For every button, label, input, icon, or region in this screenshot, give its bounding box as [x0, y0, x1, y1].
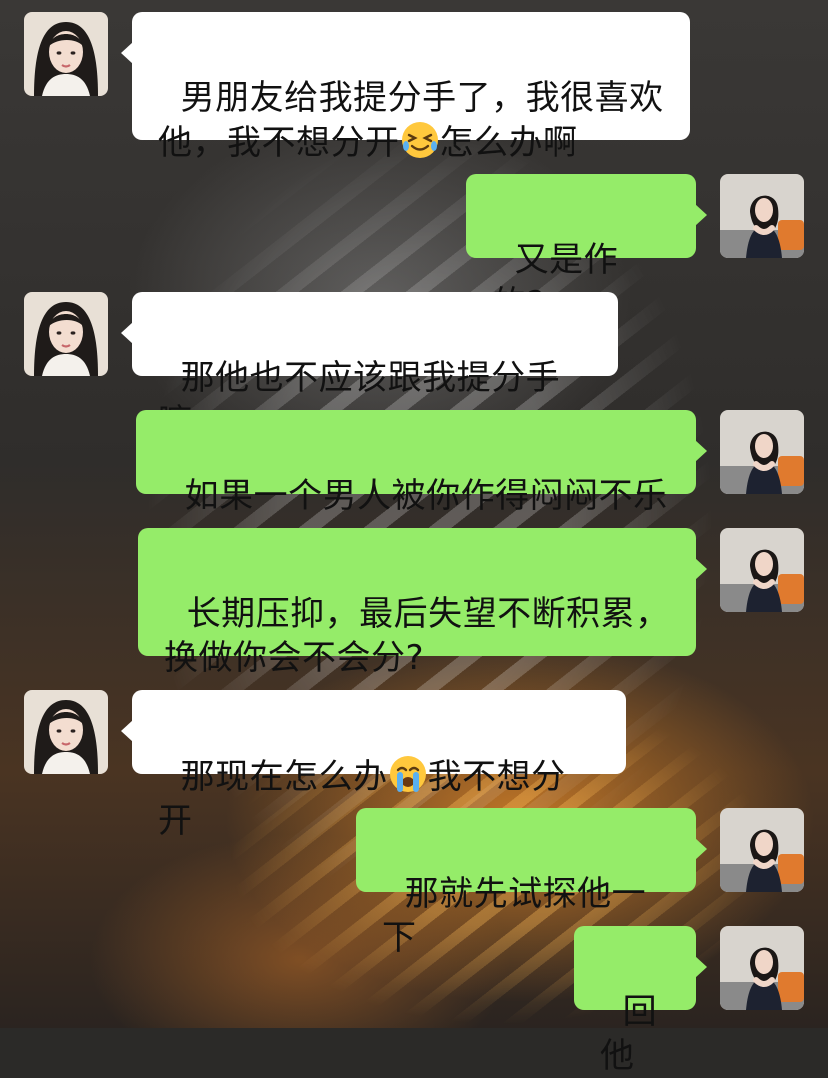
- contact-avatar[interactable]: [24, 12, 108, 96]
- woman-avatar-icon: [720, 410, 804, 494]
- woman-avatar-icon: [720, 808, 804, 892]
- message-bubble-incoming[interactable]: 男朋友给我提分手了，我很喜欢他，我不想分开 怎么办啊: [121, 12, 690, 163]
- woman-avatar-icon: [720, 926, 804, 1010]
- message-bubble-outgoing[interactable]: 如果一个男人被你作得闷闷不乐: [136, 410, 707, 516]
- girl-avatar-icon: [24, 690, 108, 774]
- message-bubble-outgoing[interactable]: 回他: [574, 926, 707, 1076]
- self-avatar[interactable]: [720, 410, 804, 494]
- contact-avatar[interactable]: [24, 292, 108, 376]
- message-bubble-outgoing[interactable]: 又是作的?: [466, 174, 707, 324]
- self-avatar[interactable]: [720, 174, 804, 258]
- contact-avatar[interactable]: [24, 690, 108, 774]
- girl-avatar-icon: [24, 292, 108, 376]
- woman-avatar-icon: [720, 174, 804, 258]
- message-bubble-outgoing[interactable]: 长期压抑，最后失望不断积累，换做你会不会分?: [138, 528, 707, 678]
- message-text: 那现在怎么办: [180, 757, 388, 797]
- self-avatar[interactable]: [720, 926, 804, 1010]
- message-bubble-outgoing[interactable]: 那就先试探他一下: [356, 808, 707, 958]
- self-avatar[interactable]: [720, 808, 804, 892]
- tears-of-joy-squint-emoji: [400, 120, 440, 160]
- message-text: 如果一个男人被你作得闷闷不乐: [184, 476, 668, 516]
- message-text: 回他: [600, 992, 658, 1076]
- message-bubble-incoming[interactable]: 那他也不应该跟我提分手嘛: [121, 292, 618, 442]
- self-avatar[interactable]: [720, 528, 804, 612]
- loudly-crying-emoji: [388, 754, 428, 794]
- girl-avatar-icon: [24, 12, 108, 96]
- message-text-tail: 怎么办啊: [439, 123, 578, 163]
- woman-avatar-icon: [720, 528, 804, 612]
- message-bubble-incoming[interactable]: 那现在怎么办 我不想分开: [121, 690, 626, 841]
